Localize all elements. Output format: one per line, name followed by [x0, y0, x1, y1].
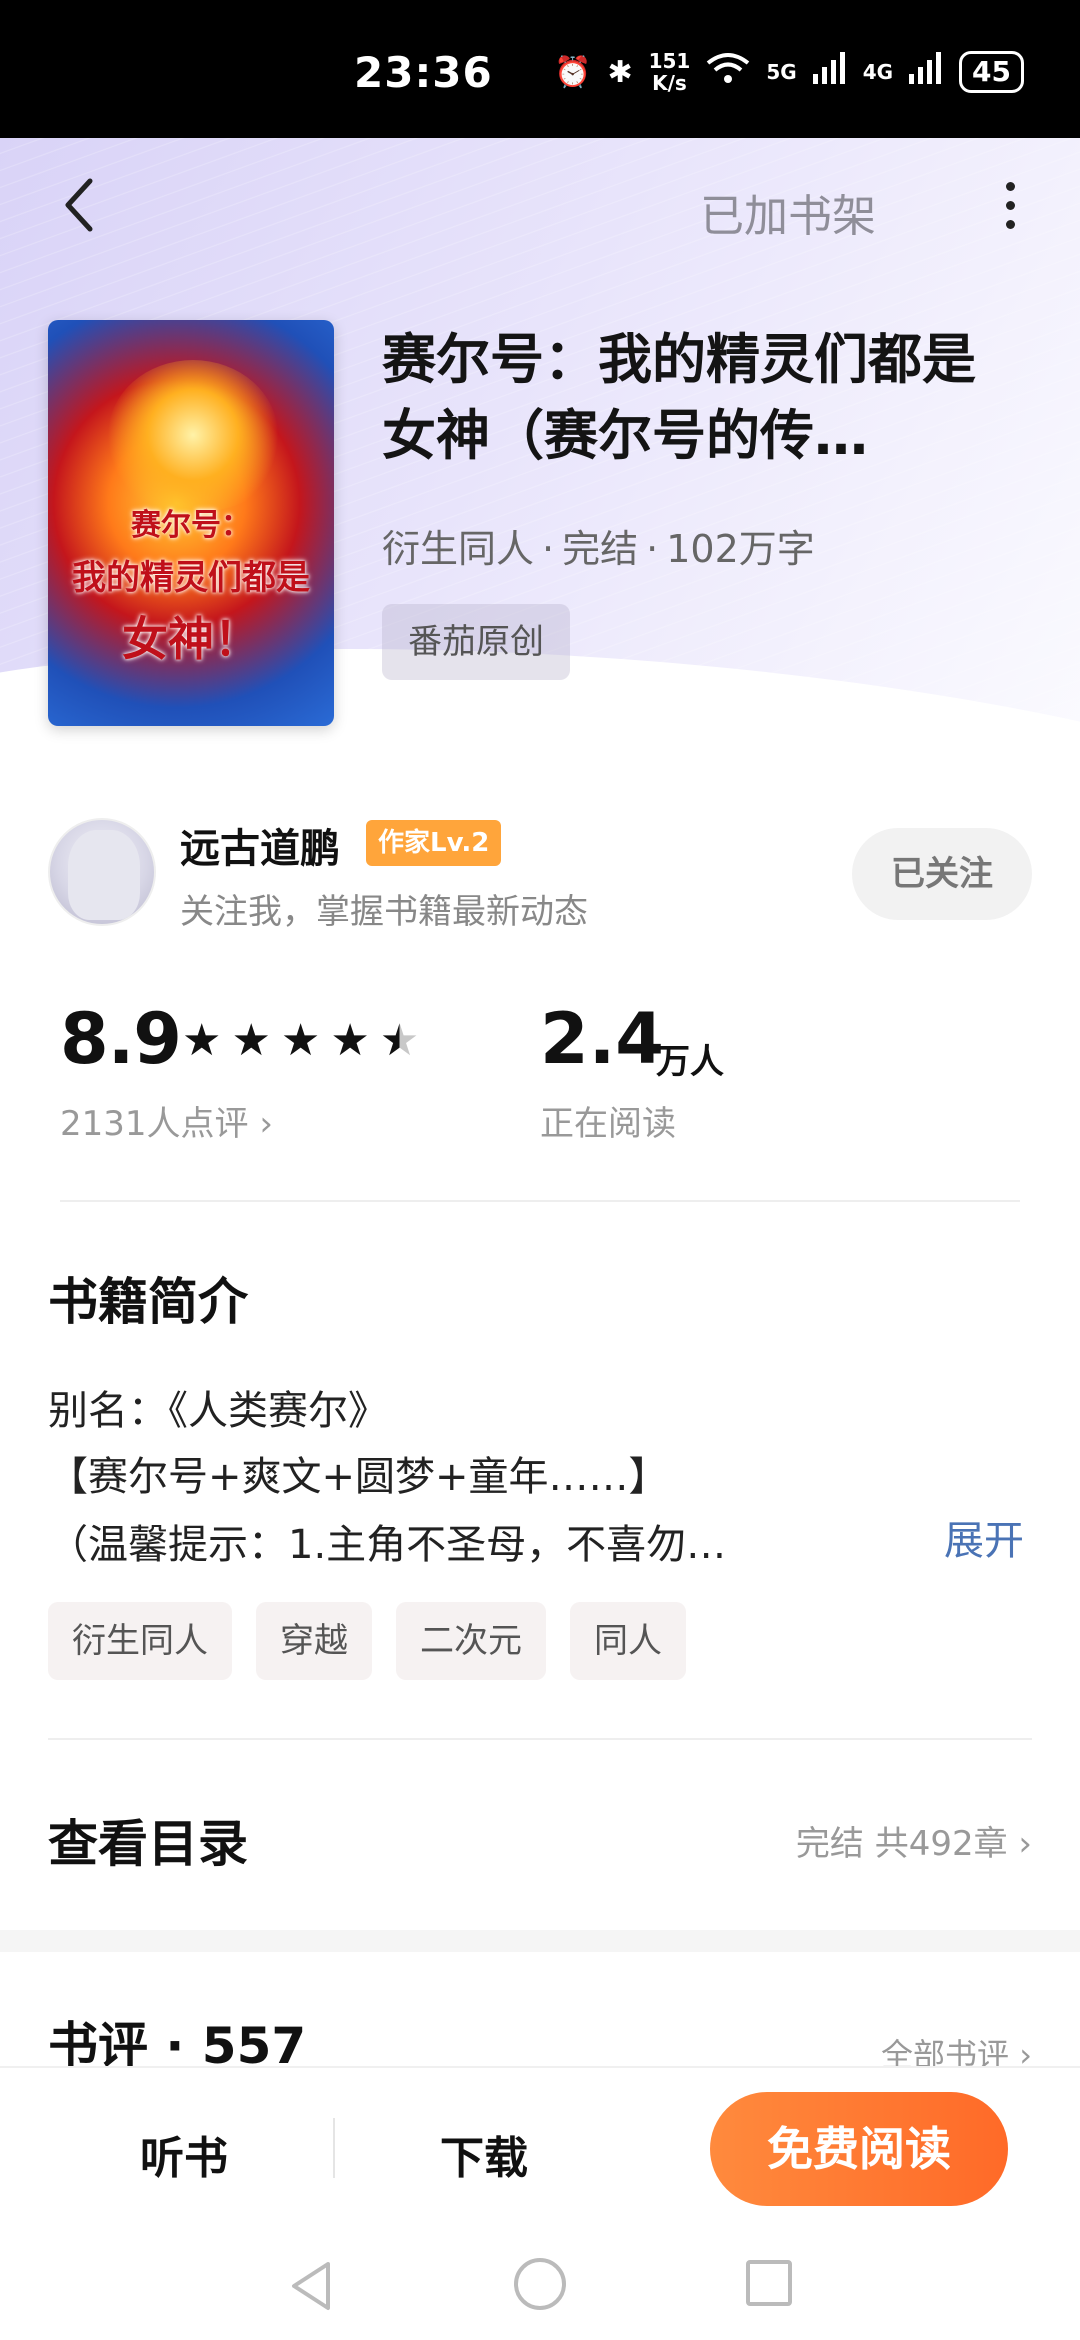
net-speed-value: 151 [648, 49, 691, 73]
readers-count: 2.4 [540, 998, 665, 1080]
star-icon: ★ [231, 1015, 271, 1066]
follow-button[interactable]: 已关注 [852, 828, 1032, 920]
intro-section-title: 书籍简介 [48, 1273, 248, 1331]
intro-line: （温馨提示：1.主角不圣母，不喜勿… [48, 1522, 727, 1568]
added-to-shelf-button[interactable]: 已加书架 [700, 180, 876, 244]
alarm-icon: ⏰ [554, 54, 592, 90]
bluetooth-icon: ✱ [607, 54, 633, 90]
status-bar: 23:36 ⏰ ✱ 151 K/s 5G 4G 45 [0, 0, 1080, 138]
toc-title[interactable]: 查看目录 [48, 1804, 248, 1876]
readers-label: 正在阅读 [540, 1104, 676, 1144]
author-description: 关注我，掌握书籍最新动态 [180, 892, 588, 932]
divider [333, 2118, 335, 2178]
rating-score: 8.9 [60, 998, 182, 1080]
tag-list: 衍生同人 穿越 二次元 同人 [48, 1602, 686, 1680]
tag-item[interactable]: 衍生同人 [48, 1602, 232, 1680]
book-genre: 衍生同人 [382, 527, 535, 571]
free-read-button[interactable]: 免费阅读 [710, 2092, 1008, 2206]
status-time: 23:36 [354, 48, 493, 97]
tag-item[interactable]: 同人 [570, 1602, 686, 1680]
signal-5g: 5G [766, 60, 797, 84]
star-icon: ★ [330, 1015, 370, 1066]
bottom-action-bar: 听书 下载 免费阅读 [0, 2066, 1080, 2236]
net-speed: 151 K/s [649, 50, 691, 94]
divider [60, 1200, 1020, 1202]
book-word-count: 102万字 [666, 527, 815, 571]
star-icon: ★ [280, 1015, 321, 1066]
signal-4g: 4G [862, 60, 894, 84]
intro-line: 别名：《人类赛尔》 [48, 1388, 388, 1434]
half-star-icon: ★ [379, 1015, 420, 1066]
origin-tag: 番茄原创 [382, 604, 570, 680]
signal-bars-icon [812, 52, 847, 92]
nav-home-icon[interactable] [514, 2258, 566, 2310]
status-icons: ⏰ ✱ 151 K/s 5G 4G 45 [554, 50, 1024, 94]
book-title: 赛尔号：我的精灵们都是女神（赛尔号的传… [382, 328, 976, 467]
toc-chapter-count[interactable]: 完结 共492章 › [796, 1816, 1032, 1865]
divider [48, 1738, 1032, 1740]
author-avatar[interactable] [48, 818, 156, 926]
book-status: 完结 [562, 527, 639, 571]
more-options-button[interactable] [990, 170, 1030, 240]
nav-back-icon[interactable] [286, 2258, 336, 2318]
section-gap [0, 1930, 1080, 1952]
book-cover[interactable]: 赛尔号： 我的精灵们都是 女神！ [48, 320, 334, 726]
star-icon: ★ [182, 1015, 222, 1066]
author-level-badge: 作家Lv.2 [366, 820, 502, 866]
cover-title-art: 赛尔号： 我的精灵们都是 女神！ [72, 508, 310, 666]
more-vertical-icon [1005, 181, 1015, 191]
net-speed-unit: K/s [652, 71, 687, 95]
wifi-icon [706, 51, 750, 93]
rating-count-link[interactable]: 2131人点评 › [60, 1096, 273, 1145]
signal-bars-icon-2 [909, 52, 943, 92]
nav-recents-icon[interactable] [746, 2260, 792, 2306]
rating-stars: ★ ★ ★ ★ ★ [182, 1016, 419, 1066]
back-button[interactable] [50, 170, 110, 240]
system-navigation-bar [0, 2236, 1080, 2340]
author-name[interactable]: 远古道鹏 [180, 816, 340, 874]
battery-indicator: 45 [959, 51, 1024, 93]
chevron-left-icon [65, 178, 93, 232]
readers-unit: 万人 [656, 1042, 724, 1082]
expand-intro-button[interactable]: 展开 [944, 1508, 1024, 1566]
book-meta: 衍生同人 · 完结 · 102万字 [382, 527, 815, 571]
download-button[interactable]: 下载 [440, 2122, 528, 2186]
intro-line: 【赛尔号+爽文+圆梦+童年……】 [48, 1454, 669, 1500]
tag-item[interactable]: 穿越 [256, 1602, 372, 1680]
listen-button[interactable]: 听书 [140, 2122, 228, 2186]
tag-item[interactable]: 二次元 [396, 1602, 546, 1680]
